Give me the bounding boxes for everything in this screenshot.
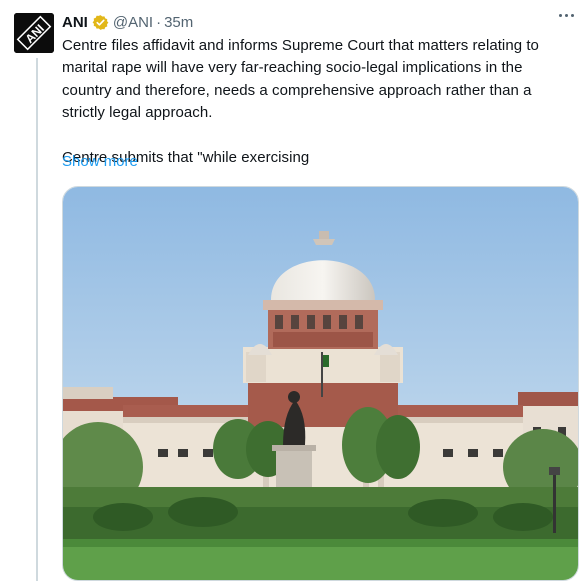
show-more-link[interactable]: Show more (62, 153, 138, 170)
tweet-media-image[interactable] (62, 186, 579, 581)
thread-line (36, 58, 38, 581)
tweet-paragraph-1: Centre files affidavit and informs Supre… (62, 37, 539, 122)
tweet-paragraph-2: Centre submits that "while exercising (62, 148, 310, 166)
separator-dot: · (156, 13, 162, 31)
author-name[interactable]: ANI (62, 14, 88, 31)
timestamp[interactable]: 35m (164, 14, 193, 31)
ani-logo-icon: ANI (14, 13, 54, 53)
tweet-header: ANI @ANI · 35m (62, 12, 576, 32)
tweet-text: Centre files affidavit and informs Supre… (62, 35, 577, 169)
author-handle[interactable]: @ANI (113, 14, 153, 31)
avatar[interactable]: ANI (14, 13, 54, 53)
verified-badge-icon[interactable] (92, 14, 109, 31)
more-options-icon[interactable] (559, 14, 574, 17)
supreme-court-photo (63, 187, 578, 580)
